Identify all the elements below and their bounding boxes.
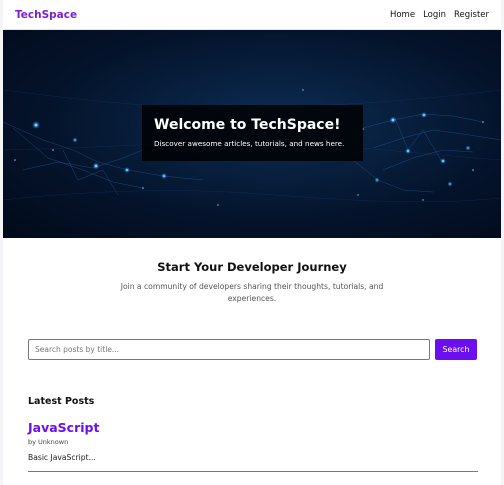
hero-subtitle: Discover awesome articles, tutorials, an… [154, 139, 345, 148]
post-item: JavaScript by Unknown Basic JavaScript..… [28, 420, 478, 472]
intro-text: Join a community of developers sharing t… [120, 282, 384, 303]
search-input[interactable] [28, 339, 430, 360]
post-excerpt: Basic JavaScript... [28, 453, 96, 462]
hero-banner: Welcome to TechSpace! Discover awesome a… [3, 30, 501, 238]
nav-link-home[interactable]: Home [390, 10, 415, 20]
intro-section: Start Your Developer Journey Join a comm… [3, 260, 501, 305]
intro-title: Start Your Developer Journey [157, 260, 347, 274]
brand-logo[interactable]: TechSpace [15, 9, 77, 21]
nav-link-login[interactable]: Login [423, 10, 446, 20]
search-button[interactable]: Search [435, 339, 477, 360]
nav-links: Home Login Register [390, 10, 489, 20]
latest-posts-section: Latest Posts JavaScript by Unknown Basic… [28, 396, 478, 472]
hero-text-box: Welcome to TechSpace! Discover awesome a… [142, 105, 363, 161]
hero-title: Welcome to TechSpace! [154, 117, 341, 133]
post-title-link[interactable]: JavaScript [28, 420, 478, 435]
latest-posts-heading: Latest Posts [28, 396, 95, 407]
navbar: TechSpace Home Login Register [3, 0, 501, 30]
search-bar: Search [28, 339, 478, 360]
nav-link-register[interactable]: Register [454, 10, 489, 20]
post-author: by Unknown [28, 438, 69, 446]
page: TechSpace Home Login Register Welcome to… [3, 0, 501, 485]
